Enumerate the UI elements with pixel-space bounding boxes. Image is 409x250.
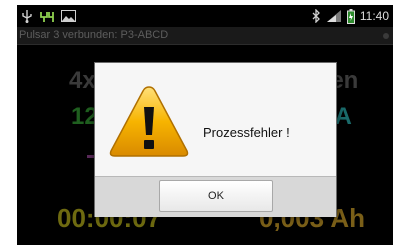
title-bar: Pulsar 3 verbunden: P3-ABCD — [17, 27, 393, 45]
image-icon — [61, 10, 76, 22]
connection-title: Pulsar 3 verbunden: P3-ABCD — [19, 29, 169, 41]
status-right-icons: 11:40 — [312, 8, 389, 24]
phone-screen: 11:40 Pulsar 3 verbunden: P3-ABCD 4xLiF … — [17, 5, 393, 245]
menu-dot-icon[interactable] — [383, 33, 389, 39]
warning-icon — [109, 86, 189, 157]
status-left-icons — [21, 9, 76, 23]
bluetooth-icon — [312, 9, 320, 23]
signal-icon — [326, 10, 341, 22]
ok-button[interactable]: OK — [159, 180, 273, 212]
usb-icon — [22, 9, 32, 23]
status-bar: 11:40 — [17, 5, 393, 27]
clock: 11:40 — [359, 9, 389, 23]
dialog-footer: OK — [95, 176, 336, 217]
error-dialog: Prozessfehler ! OK — [94, 62, 337, 217]
debug-icon — [40, 11, 54, 22]
battery-icon — [346, 8, 355, 24]
dialog-message: Prozessfehler ! — [203, 125, 290, 140]
